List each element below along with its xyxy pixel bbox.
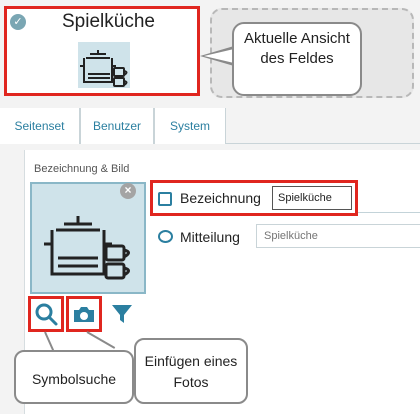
message-label: Mitteilung bbox=[180, 229, 240, 245]
text-field-icon bbox=[158, 192, 172, 206]
cooking-pot-plates-cups-icon bbox=[78, 42, 130, 88]
speech-bubble-icon bbox=[158, 230, 173, 243]
name-label: Bezeichnung bbox=[180, 190, 261, 206]
tab-system[interactable]: System bbox=[154, 108, 226, 144]
message-input[interactable] bbox=[256, 224, 420, 248]
callout-symbol-search: Symbolsuche bbox=[14, 350, 134, 404]
callout-current-view: Aktuelle Ansicht des Feldes bbox=[232, 22, 362, 96]
cooking-pot-plates-cups-icon bbox=[44, 216, 130, 280]
close-icon[interactable]: × bbox=[120, 183, 136, 199]
tab-seitenset[interactable]: Seitenset bbox=[0, 108, 80, 144]
symbol-search-button[interactable] bbox=[28, 296, 64, 332]
name-input[interactable] bbox=[272, 186, 352, 210]
tab-benutzer[interactable]: Benutzer bbox=[80, 108, 154, 144]
callout-insert-photo: Einfügen eines Fotos bbox=[134, 338, 248, 404]
field-title: Spielküche bbox=[62, 11, 155, 32]
section-label: Bezeichnung & Bild bbox=[34, 163, 130, 175]
filter-icon[interactable] bbox=[108, 300, 136, 328]
check-circle-icon: ✓ bbox=[10, 14, 26, 30]
name-field-underline bbox=[358, 212, 420, 213]
camera-icon bbox=[74, 307, 94, 322]
callout-pointer-inner bbox=[204, 49, 234, 63]
search-icon bbox=[35, 303, 58, 326]
insert-photo-button[interactable] bbox=[66, 296, 102, 332]
